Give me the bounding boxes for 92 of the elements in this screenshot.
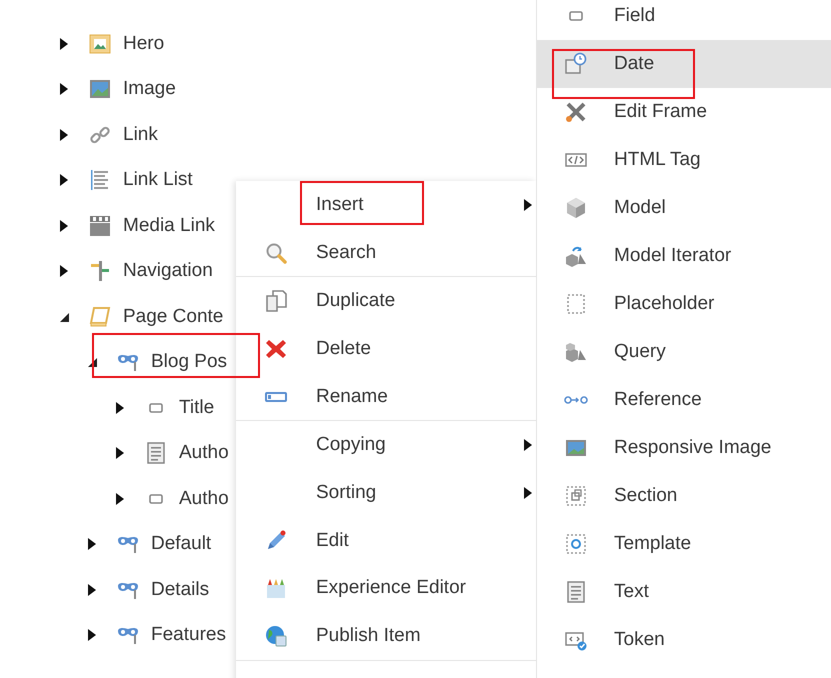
tree-item[interactable]: Image [123, 78, 176, 100]
menu-item-label: Edit Frame [614, 101, 707, 123]
menu-item[interactable]: HTML Tag [537, 136, 831, 184]
menu-item[interactable]: Placeholder [537, 280, 831, 328]
menu-item[interactable]: Experience Editor [236, 564, 536, 612]
tree-item[interactable]: Blog Pos [151, 351, 228, 374]
menu-item-label: HTML Tag [614, 149, 701, 171]
tree-item[interactable]: Autho [179, 488, 229, 510]
cubes-arrow-icon [564, 244, 588, 268]
menu-item-label: Responsive Image [614, 437, 772, 459]
expand-arrow-icon[interactable] [86, 584, 98, 596]
tree-item[interactable]: Media Link [123, 214, 215, 237]
collapse-arrow-icon[interactable] [86, 356, 98, 368]
menu-item-label: Insert [316, 194, 364, 216]
tree-item[interactable]: Link [123, 124, 158, 146]
cubes-icon [564, 340, 588, 364]
menu-item-label: Model Iterator [614, 245, 732, 267]
menu-item-label: Template [614, 533, 692, 555]
menu-item[interactable]: Section [537, 472, 831, 520]
tree-item[interactable]: Hero [123, 32, 164, 55]
menu-item[interactable]: Responsive Image [537, 424, 831, 472]
menu-item[interactable]: Field [537, 0, 831, 40]
menu-item-label: Edit [316, 530, 349, 552]
menu-item[interactable]: Publish Item [236, 612, 536, 660]
menu-item-label: Field [614, 5, 656, 27]
menu-item[interactable]: Delete [236, 325, 536, 373]
menu-item-label: Delete [316, 338, 371, 360]
cube-icon [564, 196, 588, 220]
menu-item[interactable]: Rename [236, 372, 536, 420]
tree-item[interactable]: Title [179, 396, 214, 419]
expand-arrow-icon[interactable] [58, 38, 70, 50]
tree-item[interactable]: Details [151, 578, 210, 601]
menu-item[interactable]: Insert [236, 181, 536, 229]
menu-item[interactable]: Sorting [236, 469, 536, 517]
collapse-arrow-icon[interactable] [58, 310, 70, 323]
dashed-template-icon [564, 532, 588, 556]
expand-arrow-icon[interactable] [86, 538, 98, 550]
menu-item-label: Duplicate [316, 290, 396, 312]
dashed-section-icon [564, 484, 588, 508]
menu-item[interactable]: Model [537, 184, 831, 232]
menu-item-label: Date [614, 53, 654, 75]
scroll-icon [88, 304, 112, 329]
tools-icon [564, 100, 588, 124]
expand-arrow-icon[interactable] [58, 220, 70, 232]
tree-item[interactable]: Features [151, 624, 226, 646]
menu-item-label: Search [316, 242, 376, 264]
menu-item[interactable]: Model Iterator [537, 232, 831, 280]
calendar-clock-icon [564, 52, 588, 76]
menu-item-label: Experience Editor [316, 577, 466, 600]
tree-item[interactable]: Autho [179, 442, 229, 464]
expand-arrow-icon[interactable] [86, 629, 98, 642]
menu-item-label: Text [614, 581, 649, 603]
dashed-square-icon [564, 292, 588, 316]
menu-item-label: Query [614, 341, 666, 363]
menu-item-label: Copying [316, 434, 386, 456]
menu-item[interactable]: Duplicate [236, 277, 536, 326]
expand-arrow-icon[interactable] [58, 83, 70, 96]
globe-icon [264, 624, 288, 648]
menu-item[interactable]: Copying [236, 421, 536, 470]
menu-item[interactable]: Query [537, 328, 831, 376]
menu-item[interactable]: Edit Frame [537, 88, 831, 136]
menu-item-label: Sorting [316, 482, 376, 504]
menu-item[interactable]: Template [537, 520, 831, 568]
expand-arrow-icon[interactable] [114, 402, 126, 414]
menu-item[interactable]: Reference [537, 376, 831, 424]
expand-arrow-icon[interactable] [58, 174, 70, 186]
menu-item-label: Placeholder [614, 293, 714, 315]
expand-arrow-icon[interactable] [58, 265, 70, 278]
signpost-icon [88, 259, 112, 284]
menu-item-label: Reference [614, 389, 702, 411]
menu-item-label: Token [614, 629, 665, 651]
tree-item[interactable]: Default [151, 533, 212, 556]
tree-item[interactable]: Page Conte [123, 306, 224, 328]
menu-item[interactable]: Edit [236, 516, 536, 564]
tree-item[interactable]: Link List [123, 169, 193, 192]
menu-item-label: Publish Item [316, 625, 421, 648]
menu-item[interactable]: Text [537, 568, 831, 616]
expand-arrow-icon[interactable] [58, 128, 70, 141]
search-icon [264, 240, 288, 265]
framed-picture-icon [88, 32, 112, 56]
menu-item-label: Rename [316, 386, 388, 408]
tree-item[interactable]: Navigation [123, 260, 213, 282]
menu-item-label: Section [614, 485, 678, 507]
menu-item[interactable]: Token [537, 616, 831, 664]
expand-arrow-icon[interactable] [114, 492, 126, 505]
menu-item-label: Model [614, 197, 666, 219]
menu-item[interactable]: Date [537, 40, 831, 88]
copy-icon [264, 289, 288, 314]
expand-arrow-icon[interactable] [114, 447, 126, 460]
clapperboard-icon [88, 214, 112, 238]
menu-item[interactable]: Search [236, 228, 536, 276]
connector-icon [564, 396, 588, 404]
